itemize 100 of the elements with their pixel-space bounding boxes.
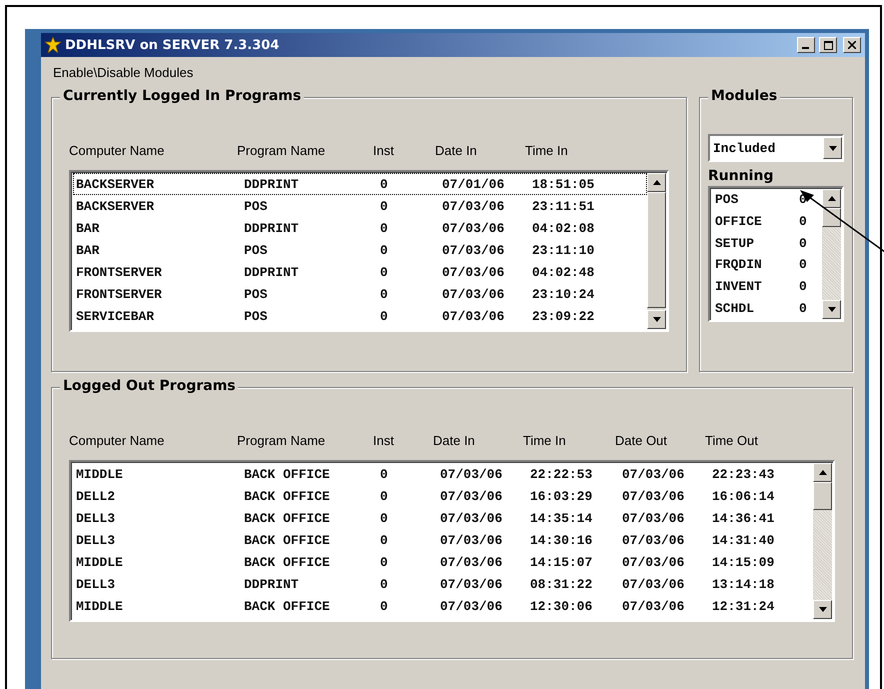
list-row[interactable]: DELL3 DDPRINT 0 07/03/06 08:31:22 07/03/06 13:14:18: [73, 573, 813, 595]
scrollbar[interactable]: [822, 189, 841, 319]
list-cell-text: DELL3: [75, 510, 116, 526]
list-row[interactable]: SETUP 0: [712, 232, 822, 254]
close-button[interactable]: [843, 37, 861, 53]
list-row[interactable]: SCHDL 0: [712, 297, 822, 320]
list-cell-text: 0: [799, 300, 808, 316]
list-cell-text: 0: [379, 488, 389, 504]
list-cell-text: 0: [379, 198, 389, 214]
list-cell-text: 23:11:10: [531, 242, 596, 258]
list-cell-text: BACK OFFICE: [243, 554, 331, 570]
list-cell-text: INVENT: [714, 279, 763, 294]
scrollbar[interactable]: [647, 173, 666, 329]
list-cell-text: 0: [379, 466, 389, 482]
list-cell-text: 0: [379, 286, 389, 302]
column-header: Computer Name: [69, 432, 166, 448]
list-row[interactable]: INVENT 0: [712, 276, 822, 298]
list-cell-text: DELL3: [75, 576, 116, 592]
scroll-down-button[interactable]: [822, 300, 841, 319]
up-arrow-icon: [818, 470, 826, 475]
list-row[interactable]: FRONTSERVER DDPRINT 0 07/03/06 04:02:48: [73, 261, 647, 283]
list-cell-text: DELL2: [75, 488, 116, 504]
down-arrow-icon: [828, 307, 836, 312]
list-cell-text: 14:15:09: [711, 554, 776, 570]
list-row[interactable]: BACKSERVER POS 0 07/03/06 23:11:51: [73, 195, 647, 217]
list-cell-text: 04:02:08: [531, 220, 596, 236]
list-cell-text: 14:31:40: [711, 532, 776, 548]
list-cell-text: SETUP: [714, 236, 756, 251]
scroll-up-button[interactable]: [813, 463, 832, 482]
list-cell-text: 16:06:14: [711, 488, 776, 504]
group-title: Logged Out Programs: [60, 378, 238, 394]
list-cell-text: 0: [799, 279, 808, 294]
down-arrow-icon: [652, 317, 660, 322]
list-cell-text: DDPRINT: [243, 176, 300, 192]
list-cell-text: 07/03/06: [621, 576, 686, 592]
list-cell-text: BACKSERVER: [75, 198, 156, 214]
list-cell-text: 07/03/06: [439, 466, 504, 482]
list-cell-text: 07/03/06: [621, 598, 686, 614]
scroll-thumb[interactable]: [647, 192, 666, 308]
list-cell-text: 14:36:41: [711, 510, 776, 526]
column-header: Inst: [373, 142, 395, 158]
list-cell-text: 0: [799, 236, 808, 251]
scroll-thumb[interactable]: [822, 208, 841, 227]
list-cell-text: MIDDLE: [75, 554, 124, 570]
list-cell-text: FRONTSERVER: [75, 264, 163, 280]
scrollbar[interactable]: [813, 463, 832, 619]
list-cell-text: POS: [243, 198, 268, 214]
list-cell-text: 0: [379, 308, 389, 324]
filter-dropdown[interactable]: Included: [708, 134, 844, 162]
list-cell-text: 23:09:22: [531, 308, 596, 324]
list-cell-text: SCHDL: [714, 300, 756, 316]
list-cell-text: BACK OFFICE: [243, 488, 331, 504]
list-row[interactable]: FRQDIN 0: [712, 254, 822, 276]
list-row[interactable]: MIDDLE BACK OFFICE 0 07/03/06 22:22:53 07/03/06 22:23:43: [73, 463, 813, 485]
list-row[interactable]: BAR DDPRINT 0 07/03/06 04:02:08: [73, 217, 647, 239]
list-cell-text: POS: [714, 192, 740, 208]
list-cell-text: 0: [379, 242, 389, 258]
star-logo-icon: [45, 37, 61, 53]
list-cell-text: 07/01/06: [441, 176, 506, 192]
column-header: Time In: [525, 142, 569, 158]
list-cell-text: MIDDLE: [75, 598, 124, 614]
up-arrow-icon: [828, 196, 836, 201]
list-cell-text: 07/03/06: [621, 532, 686, 548]
list-row[interactable]: MIDDLE BACK OFFICE 0 07/03/06 14:15:07 07/03/06 14:15:09: [73, 551, 813, 573]
list-cell-text: 18:51:05: [531, 176, 596, 192]
scroll-down-button[interactable]: [813, 600, 832, 619]
maximize-button[interactable]: [819, 37, 837, 53]
list-cell-text: SERVICEBAR: [75, 308, 156, 324]
list-cell-text: 07/03/06: [621, 488, 686, 504]
column-header: Date In: [435, 142, 478, 158]
list-row[interactable]: DELL2 BACK OFFICE 0 07/03/06 16:03:29 07/03/06 16:06:14: [73, 485, 813, 507]
list-row[interactable]: BACKSERVER DDPRINT 0 07/01/06 18:51:05: [73, 173, 647, 195]
list-cell-text: FRONTSERVER: [75, 286, 163, 302]
list-row[interactable]: SERVICEBAR POS 0 07/03/06 23:09:22: [73, 305, 647, 327]
list-cell-text: 0: [799, 214, 808, 229]
column-header: Time In: [523, 432, 567, 448]
minimize-button[interactable]: [797, 37, 815, 53]
list-row[interactable]: BAR POS 0 07/03/06 23:11:10: [73, 239, 647, 261]
list-cell-text: DELL3: [75, 532, 116, 548]
list-row[interactable]: DELL3 BACK OFFICE 0 07/03/06 14:35:14 07/03/06 14:36:41: [73, 507, 813, 529]
list-row[interactable]: OFFICE 0: [712, 210, 822, 232]
column-header: Time Out: [705, 432, 759, 448]
list-cell-text: 0: [799, 257, 808, 272]
menu-item[interactable]: Enable\Disable Modules: [51, 64, 196, 80]
up-arrow-icon: [652, 180, 660, 185]
list-row[interactable]: DELL3 BACK OFFICE 0 07/03/06 14:30:16 07/03/06 14:31:40: [73, 529, 813, 551]
list-cell-text: 22:23:43: [711, 466, 776, 482]
list-cell-text: POS: [243, 308, 268, 324]
list-row[interactable]: FRONTSERVER POS 0 07/03/06 23:10:24: [73, 283, 647, 305]
list-cell-text: 0: [379, 532, 389, 548]
scroll-thumb[interactable]: [813, 482, 832, 510]
list-cell-text: DDPRINT: [243, 220, 300, 236]
scroll-up-button[interactable]: [647, 173, 666, 192]
list-cell-text: 07/03/06: [441, 242, 506, 258]
scroll-down-button[interactable]: [647, 310, 666, 329]
list-row[interactable]: MIDDLE BACK OFFICE 0 07/03/06 12:30:06 07/03/06 12:31:24: [73, 595, 813, 617]
scroll-up-button[interactable]: [822, 189, 841, 208]
list-cell-text: BACK OFFICE: [243, 598, 331, 614]
list-cell-text: 0: [379, 220, 389, 236]
list-cell-text: BACK OFFICE: [243, 532, 331, 548]
